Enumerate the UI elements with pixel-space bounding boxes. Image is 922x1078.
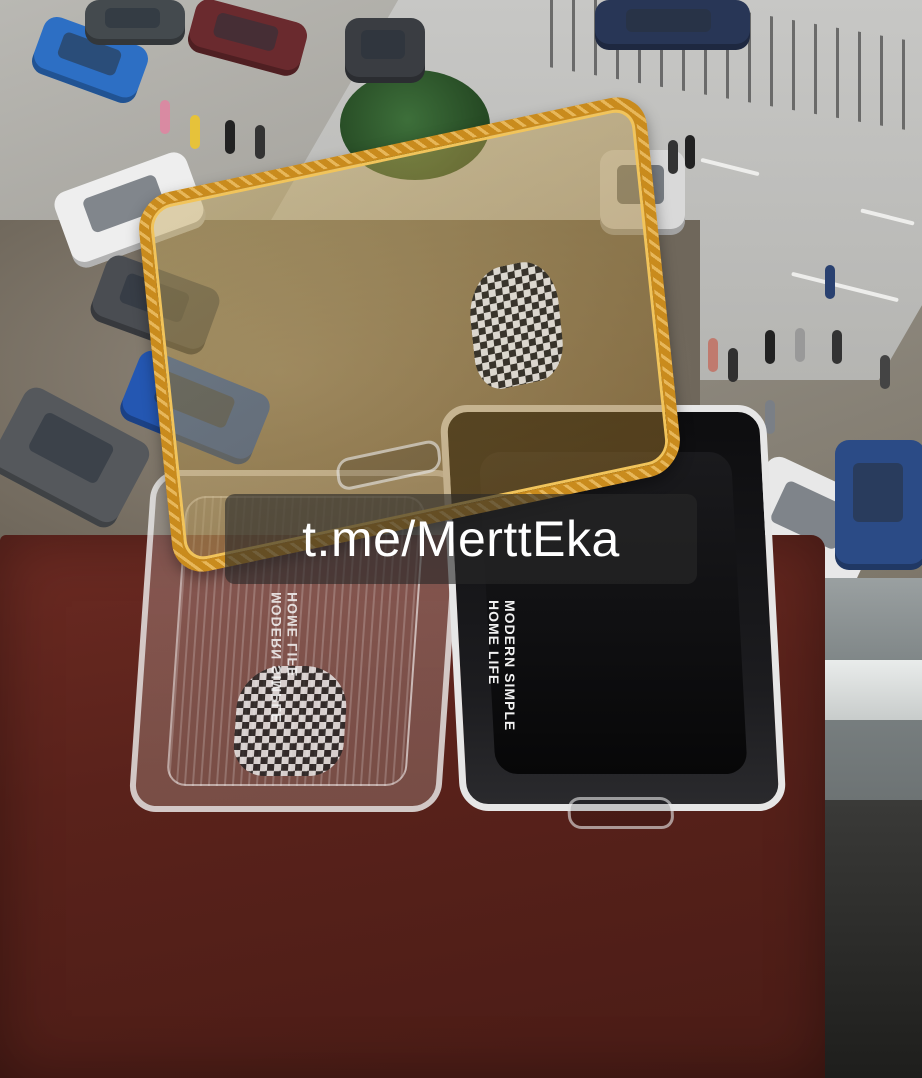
black-tray-print-line: HOME LIFE [486, 600, 502, 686]
pedestrian [160, 100, 170, 134]
pedestrian [880, 355, 890, 389]
clear-tray-print-line: HOME LIFE [284, 592, 300, 678]
parked-car [345, 18, 425, 83]
pedestrian [795, 328, 805, 362]
pedestrian [685, 135, 695, 169]
pedestrian [765, 400, 775, 434]
pickup-truck [595, 0, 750, 50]
pedestrian [825, 265, 835, 299]
black-tray-print-line: MODERN SIMPLE [502, 600, 518, 732]
watermark: t.me/MerttEka [225, 494, 697, 584]
pedestrian [708, 338, 718, 372]
parked-car [835, 440, 922, 570]
black-tray-print: MODERN SIMPLE HOME LIFE [486, 600, 518, 731]
pedestrian [668, 140, 678, 174]
pedestrian [190, 115, 200, 149]
clear-tray-print: MODERN SIMPLE HOME LIFE [268, 592, 300, 723]
pedestrian [832, 330, 842, 364]
photo-scene: MODERN SIMPLE HOME LIFE MODERN SIMPLE HO… [0, 0, 922, 1078]
parked-car [85, 0, 185, 45]
parked-car [184, 0, 311, 79]
pedestrian [728, 348, 738, 382]
watermark-text: t.me/MerttEka [302, 511, 620, 567]
tray-handle [566, 797, 675, 829]
pedestrian [765, 330, 775, 364]
pedestrian [225, 120, 235, 154]
clear-tray-print-line: MODERN SIMPLE [268, 592, 284, 724]
pedestrian [255, 125, 265, 159]
